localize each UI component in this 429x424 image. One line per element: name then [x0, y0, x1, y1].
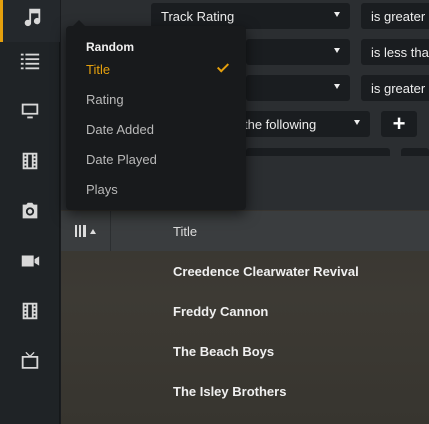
match-value: the following [244, 116, 317, 132]
sidebar-item-videos[interactable] [0, 236, 60, 286]
add-filter-button[interactable]: + [381, 111, 417, 137]
sidebar [0, 0, 60, 424]
filter-operator-select-3[interactable]: is greater [361, 75, 429, 101]
sidebar-item-playlists[interactable] [0, 36, 60, 86]
film-strip-icon [22, 302, 38, 320]
menu-item-date-added[interactable]: Date Added [66, 114, 246, 144]
sidebar-item-movies[interactable] [0, 136, 60, 186]
menu-item-rating[interactable]: Rating [66, 84, 246, 114]
sidebar-item-tv-shows[interactable] [0, 286, 60, 336]
table-row[interactable]: The Beach Boys [61, 331, 429, 371]
filter-field-select-3[interactable] [246, 75, 350, 101]
table-row[interactable]: Creedence Clearwater Revival [61, 251, 429, 291]
filter-field-select-4[interactable] [246, 148, 390, 156]
chevron-down-icon [334, 84, 340, 89]
filter-operator-select-4[interactable] [401, 148, 429, 156]
row-title: The Isley Brothers [173, 383, 287, 399]
table-row[interactable]: The Isley Brothers [61, 371, 429, 411]
film-strip-icon [22, 152, 38, 170]
filter-operator-value: is greater [371, 8, 426, 24]
tv-icon [21, 351, 39, 369]
menu-item-plays[interactable]: Plays [66, 174, 246, 204]
row-title: Freddy Cannon [173, 303, 269, 319]
sort-dropdown-menu: Random Title Rating Date Added Date Play… [66, 20, 246, 210]
camera-icon [22, 202, 38, 219]
filter-operator-select-2[interactable]: is less tha [361, 39, 429, 65]
chevron-down-icon [334, 48, 340, 53]
chevron-down-icon [334, 12, 340, 17]
filter-field-value: Track Rating [161, 8, 235, 24]
music-note-icon [24, 8, 40, 27]
checkmark-icon [216, 60, 230, 73]
menu-item-title[interactable]: Title [66, 54, 246, 84]
video-camera-icon [21, 255, 40, 267]
table-row[interactable]: Freddy Cannon [61, 291, 429, 331]
columns-icon [75, 225, 86, 237]
filter-operator-value: is less tha [371, 44, 429, 60]
sidebar-item-devices[interactable] [0, 86, 60, 136]
menu-item-label: Date Added [86, 121, 154, 137]
row-title: Creedence Clearwater Revival [173, 263, 359, 279]
menu-item-date-played[interactable]: Date Played [66, 144, 246, 174]
column-toggle-button[interactable] [61, 211, 111, 251]
menu-pointer [73, 20, 85, 26]
menu-item-label: Rating [86, 91, 124, 107]
menu-item-label: Title [86, 61, 111, 77]
table-header: Title [61, 211, 429, 251]
menu-item-label: Date Played [86, 151, 157, 167]
sidebar-item-photos[interactable] [0, 186, 60, 236]
list-icon [20, 53, 40, 70]
menu-heading[interactable]: Random [86, 40, 134, 54]
sort-ascending-icon [90, 228, 96, 234]
filter-operator-select-1[interactable]: is greater [361, 3, 429, 29]
menu-item-label: Plays [86, 181, 118, 197]
column-header-title[interactable]: Title [173, 224, 197, 239]
monitor-icon [21, 103, 39, 119]
match-select[interactable]: the following [233, 111, 370, 137]
filter-operator-value: is greater [371, 80, 426, 96]
filter-field-select-2[interactable] [246, 39, 350, 65]
sidebar-item-live-tv[interactable] [0, 336, 60, 386]
chevron-down-icon [354, 120, 360, 125]
row-title: The Beach Boys [173, 343, 275, 359]
